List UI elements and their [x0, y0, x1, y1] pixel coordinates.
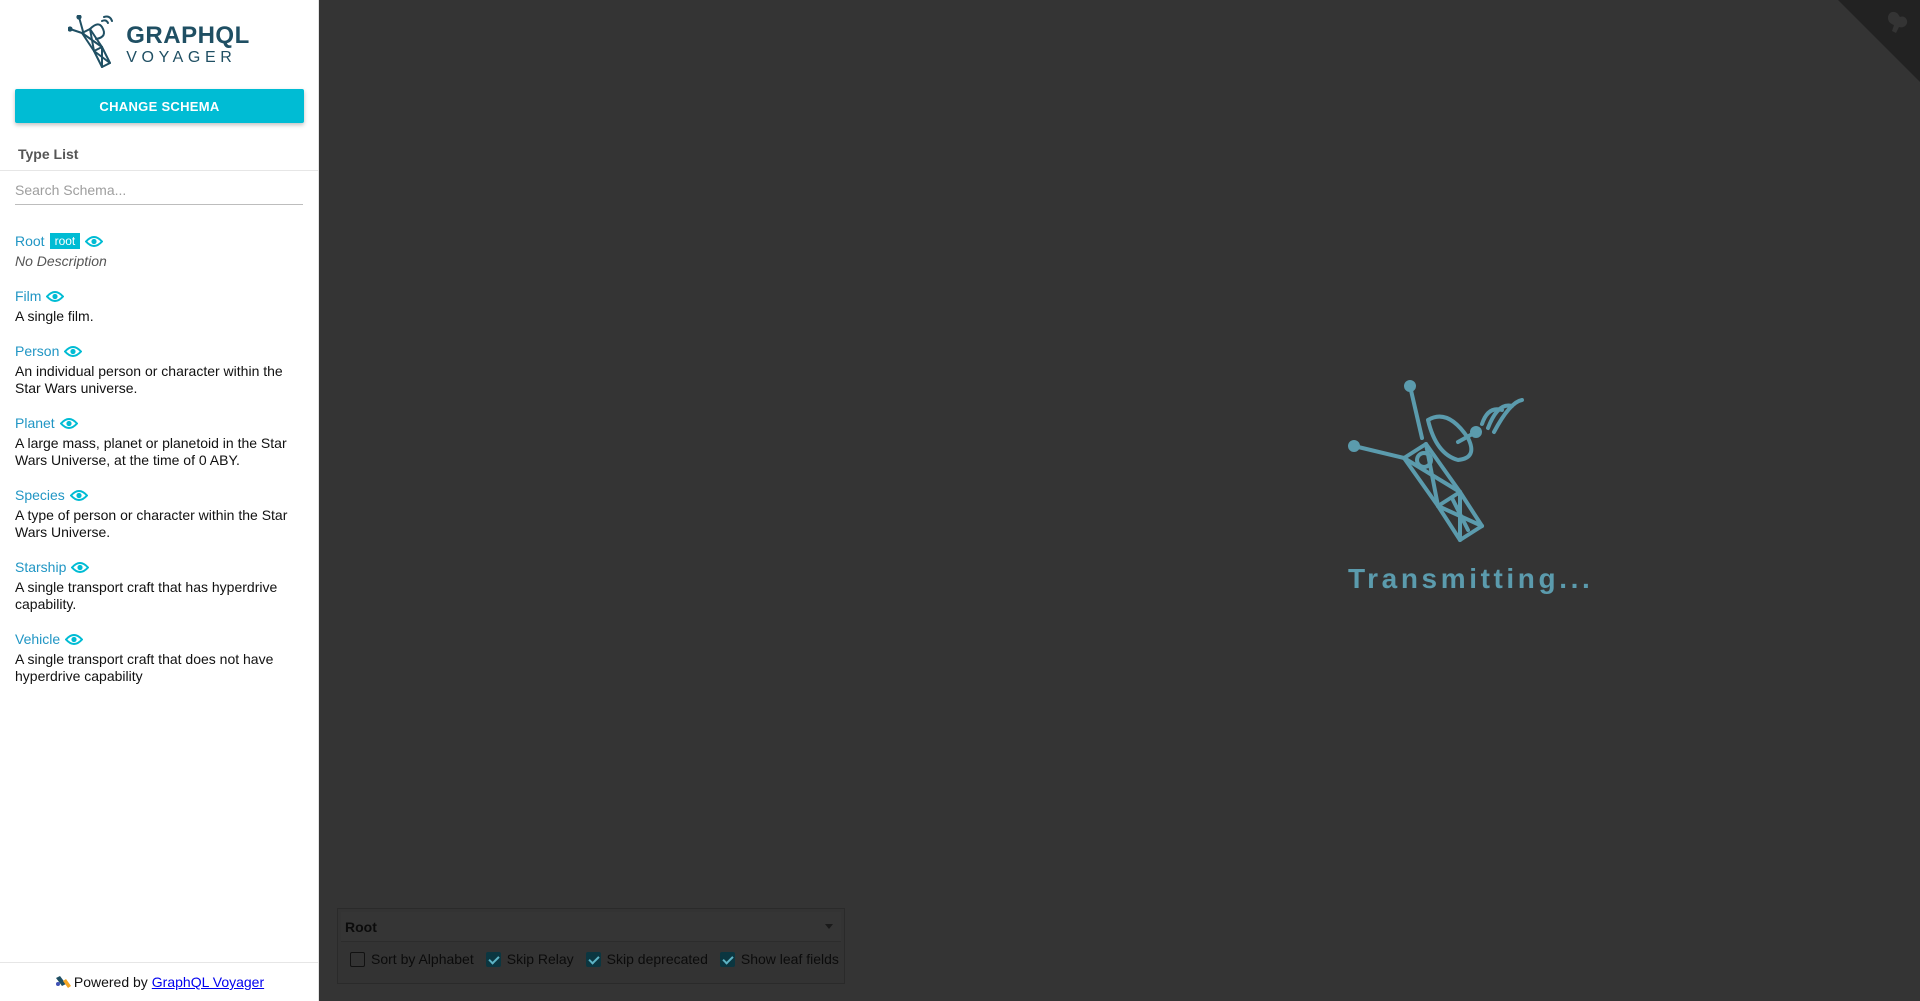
- root-select-value: Root: [345, 918, 377, 935]
- graphql-voyager-link[interactable]: GraphQL Voyager: [152, 974, 264, 990]
- search-schema-input[interactable]: [15, 175, 303, 205]
- type-head: Film: [15, 287, 303, 305]
- type-head: Person: [15, 342, 303, 360]
- type-link-vehicle[interactable]: Vehicle: [15, 631, 60, 647]
- type-description: A type of person or character within the…: [15, 507, 288, 540]
- chevron-down-icon: [825, 924, 833, 929]
- logo-text: GRAPHQL VOYAGER: [126, 24, 250, 66]
- powered-by-text: Powered by: [73, 974, 148, 990]
- github-corner-icon[interactable]: [1838, 0, 1920, 82]
- settings-checkboxes: Sort by Alphabet Skip Relay Skip depreca…: [338, 942, 844, 967]
- type-item-person: Person An individual person or character…: [15, 342, 303, 397]
- checkbox-box[interactable]: [350, 951, 365, 967]
- type-item-planet: Planet A large mass, planet or planetoid…: [15, 414, 303, 469]
- type-link-film[interactable]: Film: [15, 288, 41, 304]
- type-description: An individual person or character within…: [15, 363, 283, 396]
- type-description: A single transport craft that does not h…: [15, 651, 274, 684]
- checkbox-box[interactable]: [585, 951, 601, 967]
- eye-icon[interactable]: [65, 633, 84, 646]
- checkbox-label: Skip deprecated: [606, 951, 708, 967]
- type-description: A single film.: [15, 308, 94, 324]
- change-schema-button[interactable]: CHANGE SCHEMA: [15, 89, 304, 123]
- search-wrap: [0, 175, 318, 205]
- app-logo: GRAPHQL VOYAGER: [0, 0, 318, 84]
- type-list-title: Type List: [0, 146, 318, 171]
- eye-icon[interactable]: [64, 345, 83, 358]
- eye-icon[interactable]: [59, 417, 78, 430]
- type-head: Species: [15, 486, 303, 504]
- loading-indicator: Transmitting...: [1348, 380, 1608, 595]
- type-description: No Description: [15, 253, 107, 269]
- type-description: A single transport craft that has hyperd…: [15, 579, 278, 612]
- root-badge: root: [49, 233, 81, 249]
- sort-by-alphabet-checkbox[interactable]: Sort by Alphabet: [350, 951, 474, 967]
- type-link-species[interactable]: Species: [15, 487, 65, 503]
- root-type-select[interactable]: Root: [341, 912, 841, 942]
- graph-viewport[interactable]: Transmitting... Root Sort by Alphabet Sk…: [320, 0, 1920, 1001]
- type-head: Root root: [15, 232, 303, 250]
- type-item-root: Root root No Description: [15, 232, 303, 270]
- checkbox-label: Skip Relay: [506, 951, 574, 967]
- settings-panel: Root Sort by Alphabet Skip Relay Skip de…: [337, 908, 845, 984]
- satellite-icon: [68, 15, 114, 68]
- type-link-root[interactable]: Root: [15, 233, 45, 249]
- type-list: Root root No Description Film A single f…: [0, 205, 318, 962]
- type-link-starship[interactable]: Starship: [15, 559, 66, 575]
- checkbox-box[interactable]: [485, 951, 501, 967]
- powered-by: Powered by GraphQL Voyager: [0, 962, 318, 1001]
- type-item-film: Film A single film.: [15, 287, 303, 325]
- type-item-species: Species A type of person or character wi…: [15, 486, 303, 541]
- type-link-person[interactable]: Person: [15, 343, 59, 359]
- skip-deprecated-checkbox[interactable]: Skip deprecated: [585, 951, 708, 967]
- checkbox-label: Show leaf fields: [740, 951, 839, 967]
- type-item-vehicle: Vehicle A single transport craft that do…: [15, 630, 303, 685]
- eye-icon[interactable]: [46, 290, 65, 303]
- type-item-starship: Starship A single transport craft that h…: [15, 558, 303, 613]
- loading-text: Transmitting...: [1348, 563, 1594, 594]
- type-head: Starship: [15, 558, 303, 576]
- skip-relay-checkbox[interactable]: Skip Relay: [485, 951, 574, 967]
- type-description: A large mass, planet or planetoid in the…: [15, 435, 287, 468]
- logo-subtitle: VOYAGER: [126, 49, 237, 66]
- type-head: Planet: [15, 414, 303, 432]
- type-head: Vehicle: [15, 630, 303, 648]
- type-link-planet[interactable]: Planet: [15, 415, 55, 431]
- eye-icon[interactable]: [71, 561, 90, 574]
- satellite-icon: [1348, 380, 1524, 542]
- logo-title: GRAPHQL: [126, 22, 250, 49]
- sidebar: GRAPHQL VOYAGER CHANGE SCHEMA Type List …: [0, 0, 319, 1001]
- satellite-icon: [55, 976, 71, 988]
- eye-icon[interactable]: [85, 235, 104, 248]
- show-leaf-fields-checkbox[interactable]: Show leaf fields: [719, 951, 839, 967]
- checkbox-box[interactable]: [719, 951, 735, 967]
- eye-icon[interactable]: [69, 489, 88, 502]
- checkbox-label: Sort by Alphabet: [371, 951, 474, 967]
